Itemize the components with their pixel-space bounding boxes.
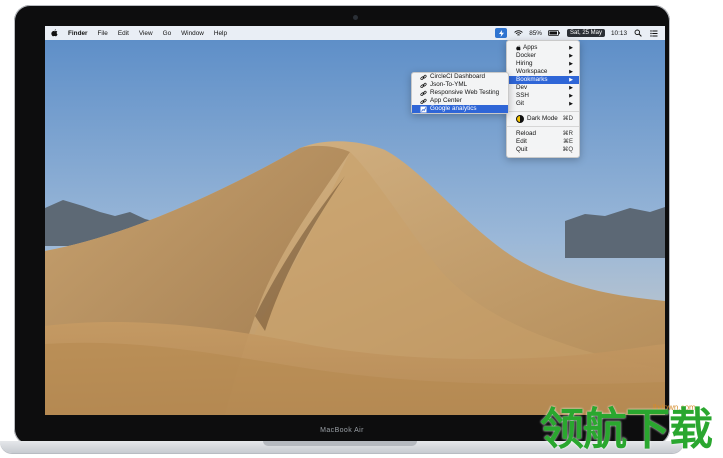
- screen: Finder File Edit View Go Window Help 85%…: [45, 26, 665, 415]
- battery-icon: [548, 30, 561, 36]
- bookmark-json-to-yml[interactable]: Json-To-YML: [412, 81, 508, 89]
- shortcut-label: ⌘E: [562, 139, 573, 145]
- bookmarks-submenu: CircleCI Dashboard Json-To-YML Responsiv…: [411, 72, 509, 114]
- submenu-arrow-icon: ▶: [569, 45, 573, 51]
- menu-item-label: SSH: [516, 92, 529, 99]
- menu-item-dark-mode[interactable]: Dark Mode ⌘D: [507, 115, 579, 123]
- apple-menu-button[interactable]: [45, 29, 63, 37]
- menu-item-label: Reload: [516, 130, 536, 137]
- menu-bar: Finder File Edit View Go Window Help 85%…: [45, 26, 665, 40]
- submenu-arrow-icon: ▶: [569, 69, 573, 75]
- notification-center-button[interactable]: [649, 28, 659, 38]
- submenu-arrow-icon: ▶: [569, 53, 573, 59]
- dark-mode-icon: [516, 115, 524, 123]
- menu-item-label: Quit: [516, 146, 528, 153]
- bookmark-app-center[interactable]: App Center: [412, 97, 508, 105]
- submenu-arrow-icon: ▶: [569, 93, 573, 99]
- menu-item-label: Apps: [523, 44, 538, 51]
- menu-item-label: Edit: [516, 138, 527, 145]
- link-icon: [420, 82, 427, 89]
- laptop-lid: Finder File Edit View Go Window Help 85%…: [14, 5, 670, 445]
- apple-icon: [50, 29, 57, 37]
- apple-icon: [516, 45, 521, 51]
- bolt-icon: [498, 29, 504, 37]
- menu-item-edit[interactable]: Edit ⌘E: [507, 138, 579, 146]
- menu-separator: [507, 111, 579, 112]
- watermark-text: 领航下载: [540, 405, 713, 454]
- list-icon: [650, 29, 658, 37]
- menu-help[interactable]: Help: [209, 30, 232, 37]
- bookmark-label: CircleCI Dashboard: [430, 73, 485, 80]
- menu-item-label: Workspace: [516, 68, 548, 75]
- menu-item-label: Dark Mode: [527, 115, 558, 122]
- menu-file[interactable]: File: [93, 30, 113, 37]
- camera: [353, 15, 358, 20]
- submenu-arrow-icon: ▶: [569, 85, 573, 91]
- wifi-icon: [513, 29, 523, 36]
- menu-item-reload[interactable]: Reload ⌘R: [507, 130, 579, 138]
- menubar-app-button[interactable]: [495, 28, 508, 38]
- submenu-arrow-icon: ▶: [569, 61, 573, 67]
- menu-item-label: Bookmarks: [516, 76, 548, 83]
- battery-percent: 85%: [529, 29, 542, 37]
- status-area: 85% Sat, 25 May 10:13: [489, 26, 665, 40]
- bookmark-label: Google analytics: [430, 105, 477, 112]
- submenu-arrow-icon: ▶: [569, 101, 573, 107]
- shortcut-label: ⌘R: [562, 131, 573, 137]
- laptop-notch: [263, 441, 417, 446]
- menu-item-label: Dev: [516, 84, 528, 91]
- menu-edit[interactable]: Edit: [113, 30, 134, 37]
- submenu-arrow-icon: ▶: [569, 77, 573, 83]
- battery-status[interactable]: [548, 28, 561, 38]
- bookmark-label: App Center: [430, 97, 462, 104]
- shortcut-label: ⌘D: [562, 116, 573, 122]
- spotlight-button[interactable]: [633, 28, 643, 38]
- menu-separator: [507, 126, 579, 127]
- menu-item-label: Hiring: [516, 60, 533, 67]
- menu-view[interactable]: View: [134, 30, 158, 37]
- wifi-status[interactable]: [513, 28, 523, 38]
- date-pill[interactable]: Sat, 25 May: [566, 29, 605, 37]
- link-icon: [420, 98, 427, 105]
- menu-finder[interactable]: Finder: [63, 30, 93, 37]
- menu-item-label: Git: [516, 100, 525, 107]
- clock[interactable]: 10:13: [611, 30, 627, 37]
- bookmark-label: Json-To-YML: [430, 81, 468, 88]
- menu-window[interactable]: Window: [176, 30, 209, 37]
- menu-item-bookmarks[interactable]: Bookmarks ▶: [507, 76, 579, 84]
- app-dropdown-menu: Apps ▶ Docker ▶ Hiring ▶ Workspace ▶ Boo…: [506, 40, 580, 158]
- bookmark-circleci[interactable]: CircleCI Dashboard: [412, 73, 508, 81]
- menu-item-ssh[interactable]: SSH ▶: [507, 92, 579, 100]
- menu-item-apps[interactable]: Apps ▶: [507, 44, 579, 52]
- menu-item-docker[interactable]: Docker ▶: [507, 52, 579, 60]
- menu-item-hiring[interactable]: Hiring ▶: [507, 60, 579, 68]
- menu-item-label: Docker: [516, 52, 536, 59]
- menu-item-workspace[interactable]: Workspace ▶: [507, 68, 579, 76]
- search-icon: [634, 29, 642, 37]
- bookmark-responsive-web-testing[interactable]: Responsive Web Testing: [412, 89, 508, 97]
- menu-item-quit[interactable]: Quit ⌘Q: [507, 146, 579, 154]
- link-icon: [420, 74, 427, 81]
- bookmark-google-analytics[interactable]: Google analytics: [412, 105, 508, 113]
- menu-item-git[interactable]: Git ▶: [507, 100, 579, 108]
- menu-item-dev[interactable]: Dev ▶: [507, 84, 579, 92]
- menu-go[interactable]: Go: [158, 30, 177, 37]
- link-icon: [420, 90, 427, 97]
- shortcut-label: ⌘Q: [562, 147, 573, 153]
- bookmark-label: Responsive Web Testing: [430, 89, 500, 96]
- analytics-icon: [420, 106, 427, 113]
